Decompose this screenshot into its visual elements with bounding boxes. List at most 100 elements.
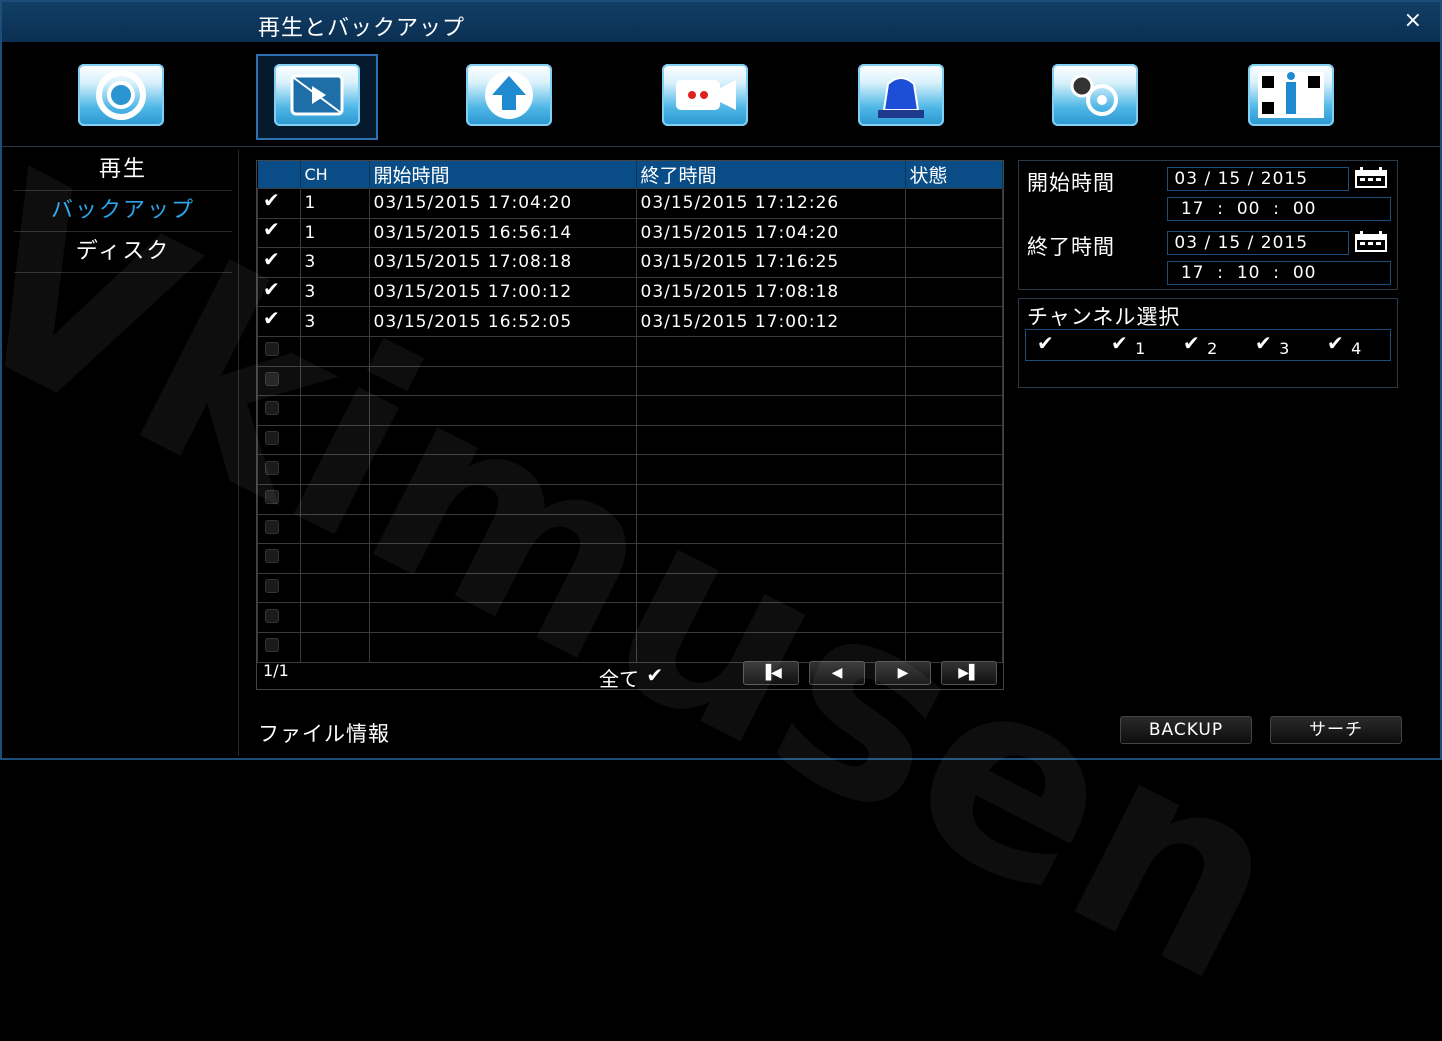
cell-start: 03/15/2015 17:04:20 [368, 188, 637, 219]
row-checkbox[interactable] [257, 543, 301, 574]
select-all-label: 全て [599, 667, 639, 691]
channel-select-label: チャンネル選択 [1027, 305, 1181, 329]
channel-3-checkbox[interactable]: 3 [1254, 331, 1289, 358]
table-row[interactable] [257, 483, 1003, 515]
table-row[interactable]: 303/15/2015 17:08:1803/15/2015 17:16:25 [257, 247, 1003, 278]
table-row[interactable] [257, 454, 1003, 485]
backup-button[interactable]: BACKUP [1120, 716, 1252, 744]
cell-ch [299, 543, 370, 574]
table-row[interactable]: 103/15/2015 16:56:1403/15/2015 17:04:20 [257, 217, 1003, 249]
header-status: 状態 [905, 161, 1003, 189]
row-checkbox[interactable] [257, 277, 301, 308]
sidebar-item-playback[interactable]: 再生 [14, 150, 232, 191]
last-page-button[interactable]: ▶▌ [941, 661, 997, 685]
channel-4-checkbox[interactable]: 4 [1326, 331, 1362, 358]
settings-gear-icon[interactable] [78, 64, 164, 126]
start-min: 00 [1236, 199, 1261, 219]
record-table: CH 開始時間 終了時間 状態 103/15/2015 17:04:2003/1… [256, 160, 1004, 692]
channel-1-checkbox[interactable]: 1 [1110, 331, 1145, 358]
cell-status [904, 483, 1003, 515]
cell-end: 03/15/2015 17:08:18 [635, 276, 906, 308]
table-row[interactable]: 303/15/2015 16:52:0503/15/2015 17:00:12 [257, 306, 1003, 337]
close-icon[interactable]: × [1404, 8, 1422, 33]
sidebar-item-disk[interactable]: ディスク [14, 232, 232, 273]
row-checkbox[interactable] [257, 424, 301, 456]
table-row[interactable] [257, 365, 1003, 397]
select-all-checkbox[interactable] [645, 663, 665, 687]
end-year: 2015 [1260, 233, 1309, 253]
table-row[interactable] [257, 513, 1003, 545]
row-checkbox[interactable] [257, 602, 301, 633]
table-row[interactable] [257, 424, 1003, 456]
row-checkbox[interactable] [257, 247, 301, 278]
cell-start: 03/15/2015 16:52:05 [368, 306, 637, 337]
time-sep: : [1217, 199, 1224, 219]
channel-4-label: 4 [1351, 339, 1362, 358]
row-checkbox[interactable] [257, 454, 301, 485]
cell-end [635, 513, 906, 545]
cell-start [368, 395, 637, 426]
cell-status [904, 424, 1003, 456]
channel-checkbox-row: 1 2 3 4 [1025, 329, 1391, 361]
date-sep: / [1247, 233, 1255, 253]
cell-end [635, 424, 906, 456]
table-row[interactable] [257, 543, 1003, 574]
cell-end [635, 365, 906, 397]
table-row[interactable] [257, 395, 1003, 426]
sidebar-item-backup[interactable]: バックアップ [14, 191, 232, 232]
cell-status [904, 543, 1003, 574]
table-row[interactable]: 303/15/2015 17:00:1203/15/2015 17:08:18 [257, 276, 1003, 308]
cell-end [635, 602, 906, 633]
calendar-icon[interactable] [1353, 231, 1389, 253]
start-date-field[interactable]: 03 / 15 / 2015 [1167, 167, 1349, 191]
table-row[interactable]: 103/15/2015 17:04:2003/15/2015 17:12:26 [257, 188, 1003, 219]
cell-status [904, 276, 1003, 308]
start-month: 03 [1174, 169, 1199, 189]
first-page-button[interactable]: ▐◀ [743, 661, 799, 685]
channel-2-checkbox[interactable]: 2 [1182, 331, 1217, 358]
row-checkbox[interactable] [257, 395, 301, 426]
divider [2, 146, 1440, 147]
upgrade-arrow-icon[interactable] [466, 64, 552, 126]
table-row[interactable] [257, 572, 1003, 604]
prev-page-button[interactable]: ◀ [809, 661, 865, 685]
end-time-field[interactable]: 17 : 10 : 00 [1167, 261, 1391, 285]
date-sep: / [1204, 233, 1212, 253]
row-checkbox[interactable] [257, 483, 301, 515]
camera-record-icon[interactable] [662, 64, 748, 126]
cell-start: 03/15/2015 17:00:12 [368, 276, 637, 308]
row-checkbox[interactable] [257, 188, 301, 219]
start-sec: 00 [1292, 199, 1317, 219]
cell-start [368, 365, 637, 397]
cell-ch: 1 [299, 188, 370, 219]
playback-backup-icon[interactable] [274, 64, 360, 126]
table-row[interactable] [257, 602, 1003, 633]
cell-status [904, 395, 1003, 426]
calendar-icon[interactable] [1353, 167, 1389, 189]
cell-start [368, 572, 637, 604]
row-checkbox[interactable] [257, 335, 301, 367]
select-all[interactable]: 全て [599, 663, 665, 692]
qr-info-icon[interactable] [1248, 64, 1334, 126]
start-hour: 17 [1180, 199, 1205, 219]
time-search-panel: 開始時間 03 / 15 / 2015 17 : 00 : 00 終了時間 03… [1018, 160, 1398, 290]
row-checkbox[interactable] [257, 513, 301, 545]
advanced-settings-icon[interactable] [1052, 64, 1138, 126]
time-sep: : [1273, 263, 1280, 283]
cell-status [904, 335, 1003, 367]
next-page-button[interactable]: ▶ [875, 661, 931, 685]
alarm-siren-icon[interactable] [858, 64, 944, 126]
search-button[interactable]: サーチ [1270, 716, 1402, 744]
start-time-field[interactable]: 17 : 00 : 00 [1167, 197, 1391, 221]
end-date-field[interactable]: 03 / 15 / 2015 [1167, 231, 1349, 255]
channel-all-checkbox[interactable] [1036, 331, 1056, 358]
row-checkbox[interactable] [257, 365, 301, 397]
cell-ch [299, 513, 370, 545]
row-checkbox[interactable] [257, 572, 301, 604]
row-checkbox[interactable] [257, 306, 301, 337]
table-row[interactable] [257, 335, 1003, 367]
sidebar: 再生 バックアップ ディスク [14, 150, 232, 273]
header-end: 終了時間 [636, 161, 906, 189]
cell-status [904, 217, 1003, 249]
row-checkbox[interactable] [257, 217, 301, 249]
